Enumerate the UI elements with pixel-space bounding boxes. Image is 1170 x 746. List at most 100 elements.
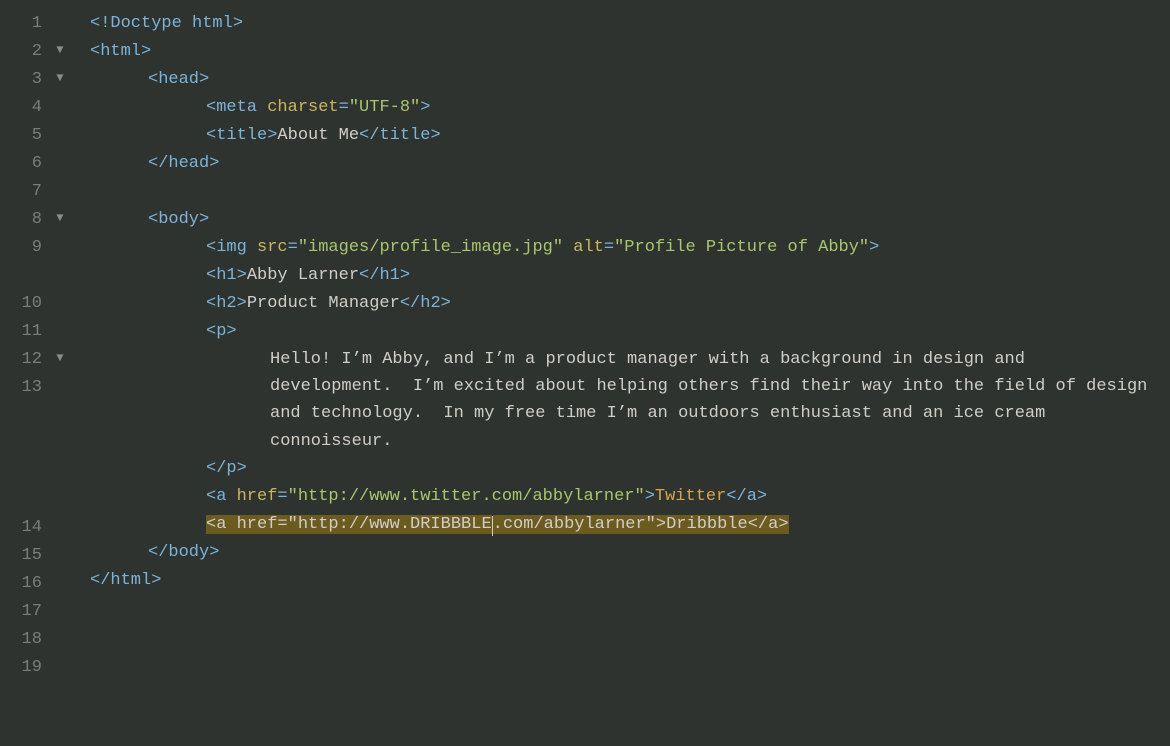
selection-highlight: .com/abbylarner"> [493, 515, 666, 534]
selection-highlight: </a> [748, 515, 789, 534]
code-line[interactable] [90, 178, 1154, 206]
code-line[interactable]: <a href="http://www.twitter.com/abbylarn… [90, 483, 1154, 511]
gutter-row: 4 [0, 94, 90, 122]
gutter-row: 5 [0, 122, 90, 150]
fold-marker-icon[interactable] [48, 178, 72, 181]
fold-marker-icon[interactable] [48, 94, 72, 97]
gutter-row: 13 [0, 374, 90, 514]
code-line[interactable]: </html> [90, 567, 1154, 595]
fold-marker-icon[interactable] [48, 542, 72, 545]
fold-marker-icon[interactable] [48, 318, 72, 321]
tag-name: html [100, 42, 141, 61]
tag-name: img [216, 238, 247, 257]
code-line[interactable]: <html> [90, 38, 1154, 66]
line-number: 6 [0, 150, 48, 177]
line-number: 14 [0, 514, 48, 541]
line-number: 8 [0, 206, 48, 233]
gutter-row: 9 [0, 234, 90, 290]
line-number: 5 [0, 122, 48, 149]
tag-name: head [158, 70, 199, 89]
gutter-row: 8▼ [0, 206, 90, 234]
code-line[interactable] [90, 595, 1154, 623]
line-number: 2 [0, 38, 48, 65]
code-line[interactable]: </p> [90, 455, 1154, 483]
fold-marker-icon[interactable]: ▼ [48, 66, 72, 88]
code-line[interactable]: <!Doctype html> [90, 10, 1154, 38]
gutter-row: 6 [0, 150, 90, 178]
gutter-row: 16 [0, 570, 90, 598]
line-number: 18 [0, 626, 48, 653]
line-number: 13 [0, 374, 48, 401]
gutter-row: 17 [0, 598, 90, 626]
line-number: 17 [0, 598, 48, 625]
line-number: 11 [0, 318, 48, 345]
doctype-tag: <!Doctype html> [90, 14, 243, 33]
fold-marker-icon[interactable] [48, 374, 72, 377]
line-number: 3 [0, 66, 48, 93]
gutter: 1 2▼ 3▼ 4 5 6 7 8▼ 9 10 11 12▼ 13 14 15 … [0, 0, 90, 746]
code-line[interactable]: <h2>Product Manager</h2> [90, 290, 1154, 318]
fold-marker-icon[interactable] [48, 514, 72, 517]
code-editor[interactable]: <!Doctype html> <html> <head> <meta char… [90, 0, 1170, 746]
gutter-row: 18 [0, 626, 90, 654]
code-line[interactable]: <head> [90, 66, 1154, 94]
fold-marker-icon[interactable] [48, 290, 72, 293]
fold-marker-icon[interactable] [48, 10, 72, 13]
attr-value: "Profile Picture of Abby" [614, 238, 869, 257]
line-number: 1 [0, 10, 48, 37]
gutter-row: 15 [0, 542, 90, 570]
attr-name: charset [267, 98, 338, 117]
line-number: 15 [0, 542, 48, 569]
fold-marker-icon[interactable] [48, 570, 72, 573]
fold-marker-icon[interactable]: ▼ [48, 346, 72, 368]
code-line[interactable]: </head> [90, 150, 1154, 178]
fold-marker-icon[interactable] [48, 598, 72, 601]
fold-marker-icon[interactable] [48, 122, 72, 125]
gutter-row: 1 [0, 10, 90, 38]
paragraph-text: Hello! I’m Abby, and I’m a product manag… [270, 350, 1158, 451]
text-cursor-icon [492, 516, 493, 536]
fold-marker-icon[interactable] [48, 654, 72, 657]
text-content: Product Manager [247, 294, 400, 313]
line-number: 7 [0, 178, 48, 205]
line-number: 10 [0, 290, 48, 317]
fold-marker-icon[interactable]: ▼ [48, 38, 72, 60]
line-number: 12 [0, 346, 48, 373]
fold-marker-icon[interactable] [48, 626, 72, 629]
fold-marker-icon[interactable] [48, 234, 72, 237]
gutter-row: 2▼ [0, 38, 90, 66]
gutter-row: 7 [0, 178, 90, 206]
tag-name: body [158, 210, 199, 229]
attr-name: src [257, 238, 288, 257]
code-line[interactable]: <title>About Me</title> [90, 122, 1154, 150]
gutter-row: 11 [0, 318, 90, 346]
tag-name: title [216, 126, 267, 145]
tag-name: meta [216, 98, 257, 117]
gutter-row: 19 [0, 654, 90, 682]
line-number: 19 [0, 654, 48, 681]
code-line[interactable]: <meta charset="UTF-8"> [90, 94, 1154, 122]
link-text: Twitter [655, 487, 726, 506]
attr-value: "http://www.twitter.com/abbylarner" [288, 487, 645, 506]
code-line[interactable]: <h1>Abby Larner</h1> [90, 262, 1154, 290]
attr-name: alt [573, 238, 604, 257]
fold-marker-icon[interactable] [48, 150, 72, 153]
gutter-row: 3▼ [0, 66, 90, 94]
selection-highlight: Dribbble [666, 515, 748, 534]
attr-value: "images/profile_image.jpg" [298, 238, 563, 257]
tag-name: head [168, 154, 209, 173]
code-line[interactable]: <img src="images/profile_image.jpg" alt=… [90, 234, 1154, 262]
line-number: 16 [0, 570, 48, 597]
selection-highlight: <a href="http://www.DRIBBBLE [206, 515, 492, 534]
gutter-row: 12▼ [0, 346, 90, 374]
code-line[interactable]: </body> [90, 539, 1154, 567]
code-line[interactable]: <body> [90, 206, 1154, 234]
text-content: Abby Larner [247, 266, 359, 285]
fold-marker-icon[interactable]: ▼ [48, 206, 72, 228]
code-line[interactable]: <p> [90, 318, 1154, 346]
line-number: 4 [0, 94, 48, 121]
code-line[interactable]: Hello! I’m Abby, and I’m a product manag… [90, 346, 1154, 455]
code-line[interactable]: <a href="http://www.DRIBBBLE.com/abbylar… [90, 511, 1154, 539]
tag-open: < [90, 42, 100, 61]
attr-value: "UTF-8" [349, 98, 420, 117]
